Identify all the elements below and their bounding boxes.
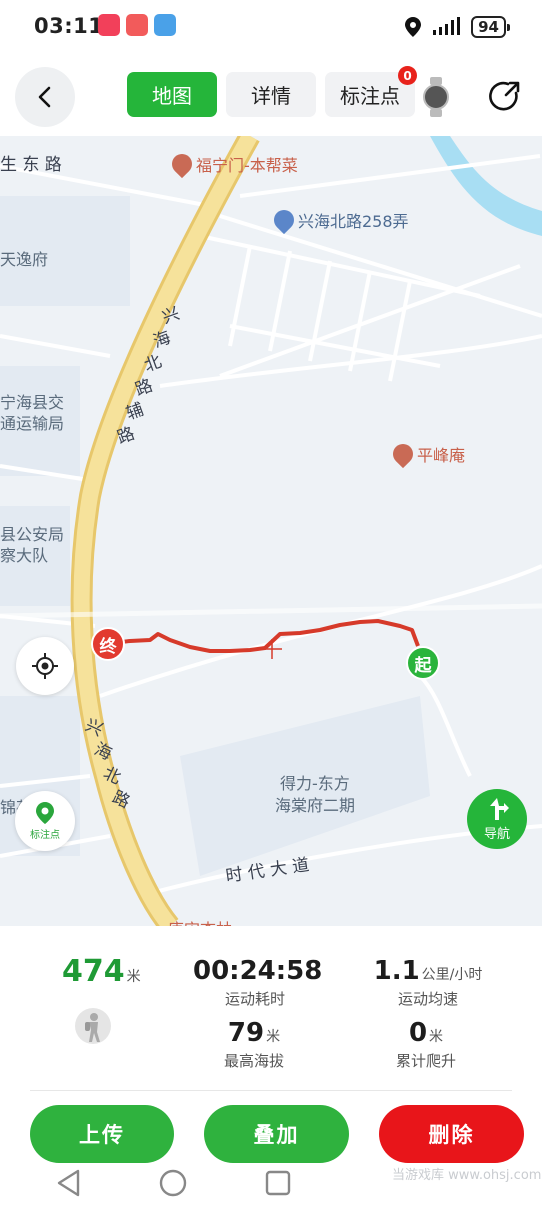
back-button[interactable] [15,67,75,127]
track-start-marker[interactable]: 起 [406,646,440,680]
locate-icon [32,653,58,679]
speed-unit: 公里/小时 [421,967,483,983]
hiker-avatar-icon [85,1013,100,1042]
delete-button[interactable]: 删除 [379,1105,524,1163]
distance-unit: 米 [126,969,141,985]
area-label-gongan-2: 察大队 [0,546,49,565]
battery-indicator: 94 [471,16,510,38]
phone-missed-icon [126,14,148,36]
poi-xinghai258[interactable]: 兴海北路258弄 [269,205,409,235]
temple-pin-icon [388,439,418,469]
tab-markers-label: 标注点 [340,84,400,108]
speed-value: 1.1 [373,956,420,986]
avatar[interactable] [75,1008,111,1044]
upload-button[interactable]: 上传 [30,1105,174,1163]
distance-value: 474 [62,954,125,989]
top-navigation: 地图 详情 标注点 0 [0,56,542,136]
climb-value: 0 [408,1018,428,1048]
divider [30,1090,512,1091]
poi-pingfengan[interactable]: 平峰庵 [388,439,465,469]
tab-map[interactable]: 地图 [127,72,217,117]
road-label-top-left: 生 东 路 [0,155,62,175]
add-marker-label: 标注点 [30,829,60,841]
area-label-deli-1: 得力-东方 [280,774,350,793]
track-end-marker[interactable]: 终 [91,627,125,661]
location-icon [405,17,422,37]
stat-distance: 474 米 [62,954,141,989]
shield-app-icon [154,14,176,36]
stat-max-altitude: 79 米 最高海拔 [214,1018,294,1071]
activity-stats: 474 米 00:24:58 运动耗时 1.1 公里/小时 运动均速 79 米 最高海… [0,926,542,1096]
signal-icon [433,17,461,35]
map-view[interactable]: 生 东 路 兴 海 北 路 辅 路 兴 海 北 路 时 代 大 道 唐宋杏林 天… [0,136,542,926]
app-icon [98,14,120,36]
area-label-tianyifu: 天逸府 [0,250,49,269]
altitude-value: 79 [227,1018,265,1048]
tab-markers[interactable]: 标注点 0 [325,66,417,117]
restaurant-pin-icon [167,149,197,179]
status-bar: 03:11 94 [0,0,542,56]
add-marker-button[interactable]: 标注点 [15,791,75,851]
duration-value: 00:24:58 [193,956,323,986]
locate-button[interactable] [16,637,74,695]
poi-futingmen[interactable]: 福宁门-本帮菜 [167,149,298,179]
tab-details[interactable]: 详情 [226,72,316,117]
smartwatch-icon[interactable] [420,77,452,117]
altitude-label: 最高海拔 [223,1052,284,1070]
overlay-button[interactable]: 叠加 [204,1105,349,1163]
speed-label: 运动均速 [397,990,458,1008]
status-time: 03:11 [34,14,104,38]
nav-recents-icon[interactable] [265,1170,291,1196]
stat-avg-speed: 1.1 公里/小时 运动均速 [368,956,488,1009]
watermark: 当游戏库 www.ohsj.com [392,1168,542,1183]
stat-duration: 00:24:58 运动耗时 [193,956,323,1009]
markers-count-badge: 0 [398,66,417,85]
area-label-jiaotong-2: 通运输局 [0,414,65,433]
navigation-arrow-icon [490,798,509,820]
climb-label: 累计爬升 [395,1052,456,1070]
altitude-unit: 米 [266,1029,281,1045]
area-label-deli-2: 海棠府二期 [275,796,356,815]
nav-back-icon[interactable] [56,1169,82,1197]
navigate-button[interactable]: 导航 [467,789,527,849]
nav-home-icon[interactable] [159,1169,187,1197]
location-pin-icon [269,205,299,235]
navigate-label: 导航 [483,827,510,842]
road-label-bottom: 唐宋杏林 [168,916,232,926]
stat-climb: 0米 累计爬升 [386,1018,466,1071]
duration-label: 运动耗时 [224,990,285,1008]
climb-unit: 米 [429,1029,444,1045]
footprint-pin-icon [36,801,54,824]
share-icon[interactable] [486,79,522,115]
chevron-left-icon [38,86,51,108]
map-base-layer [0,136,542,926]
